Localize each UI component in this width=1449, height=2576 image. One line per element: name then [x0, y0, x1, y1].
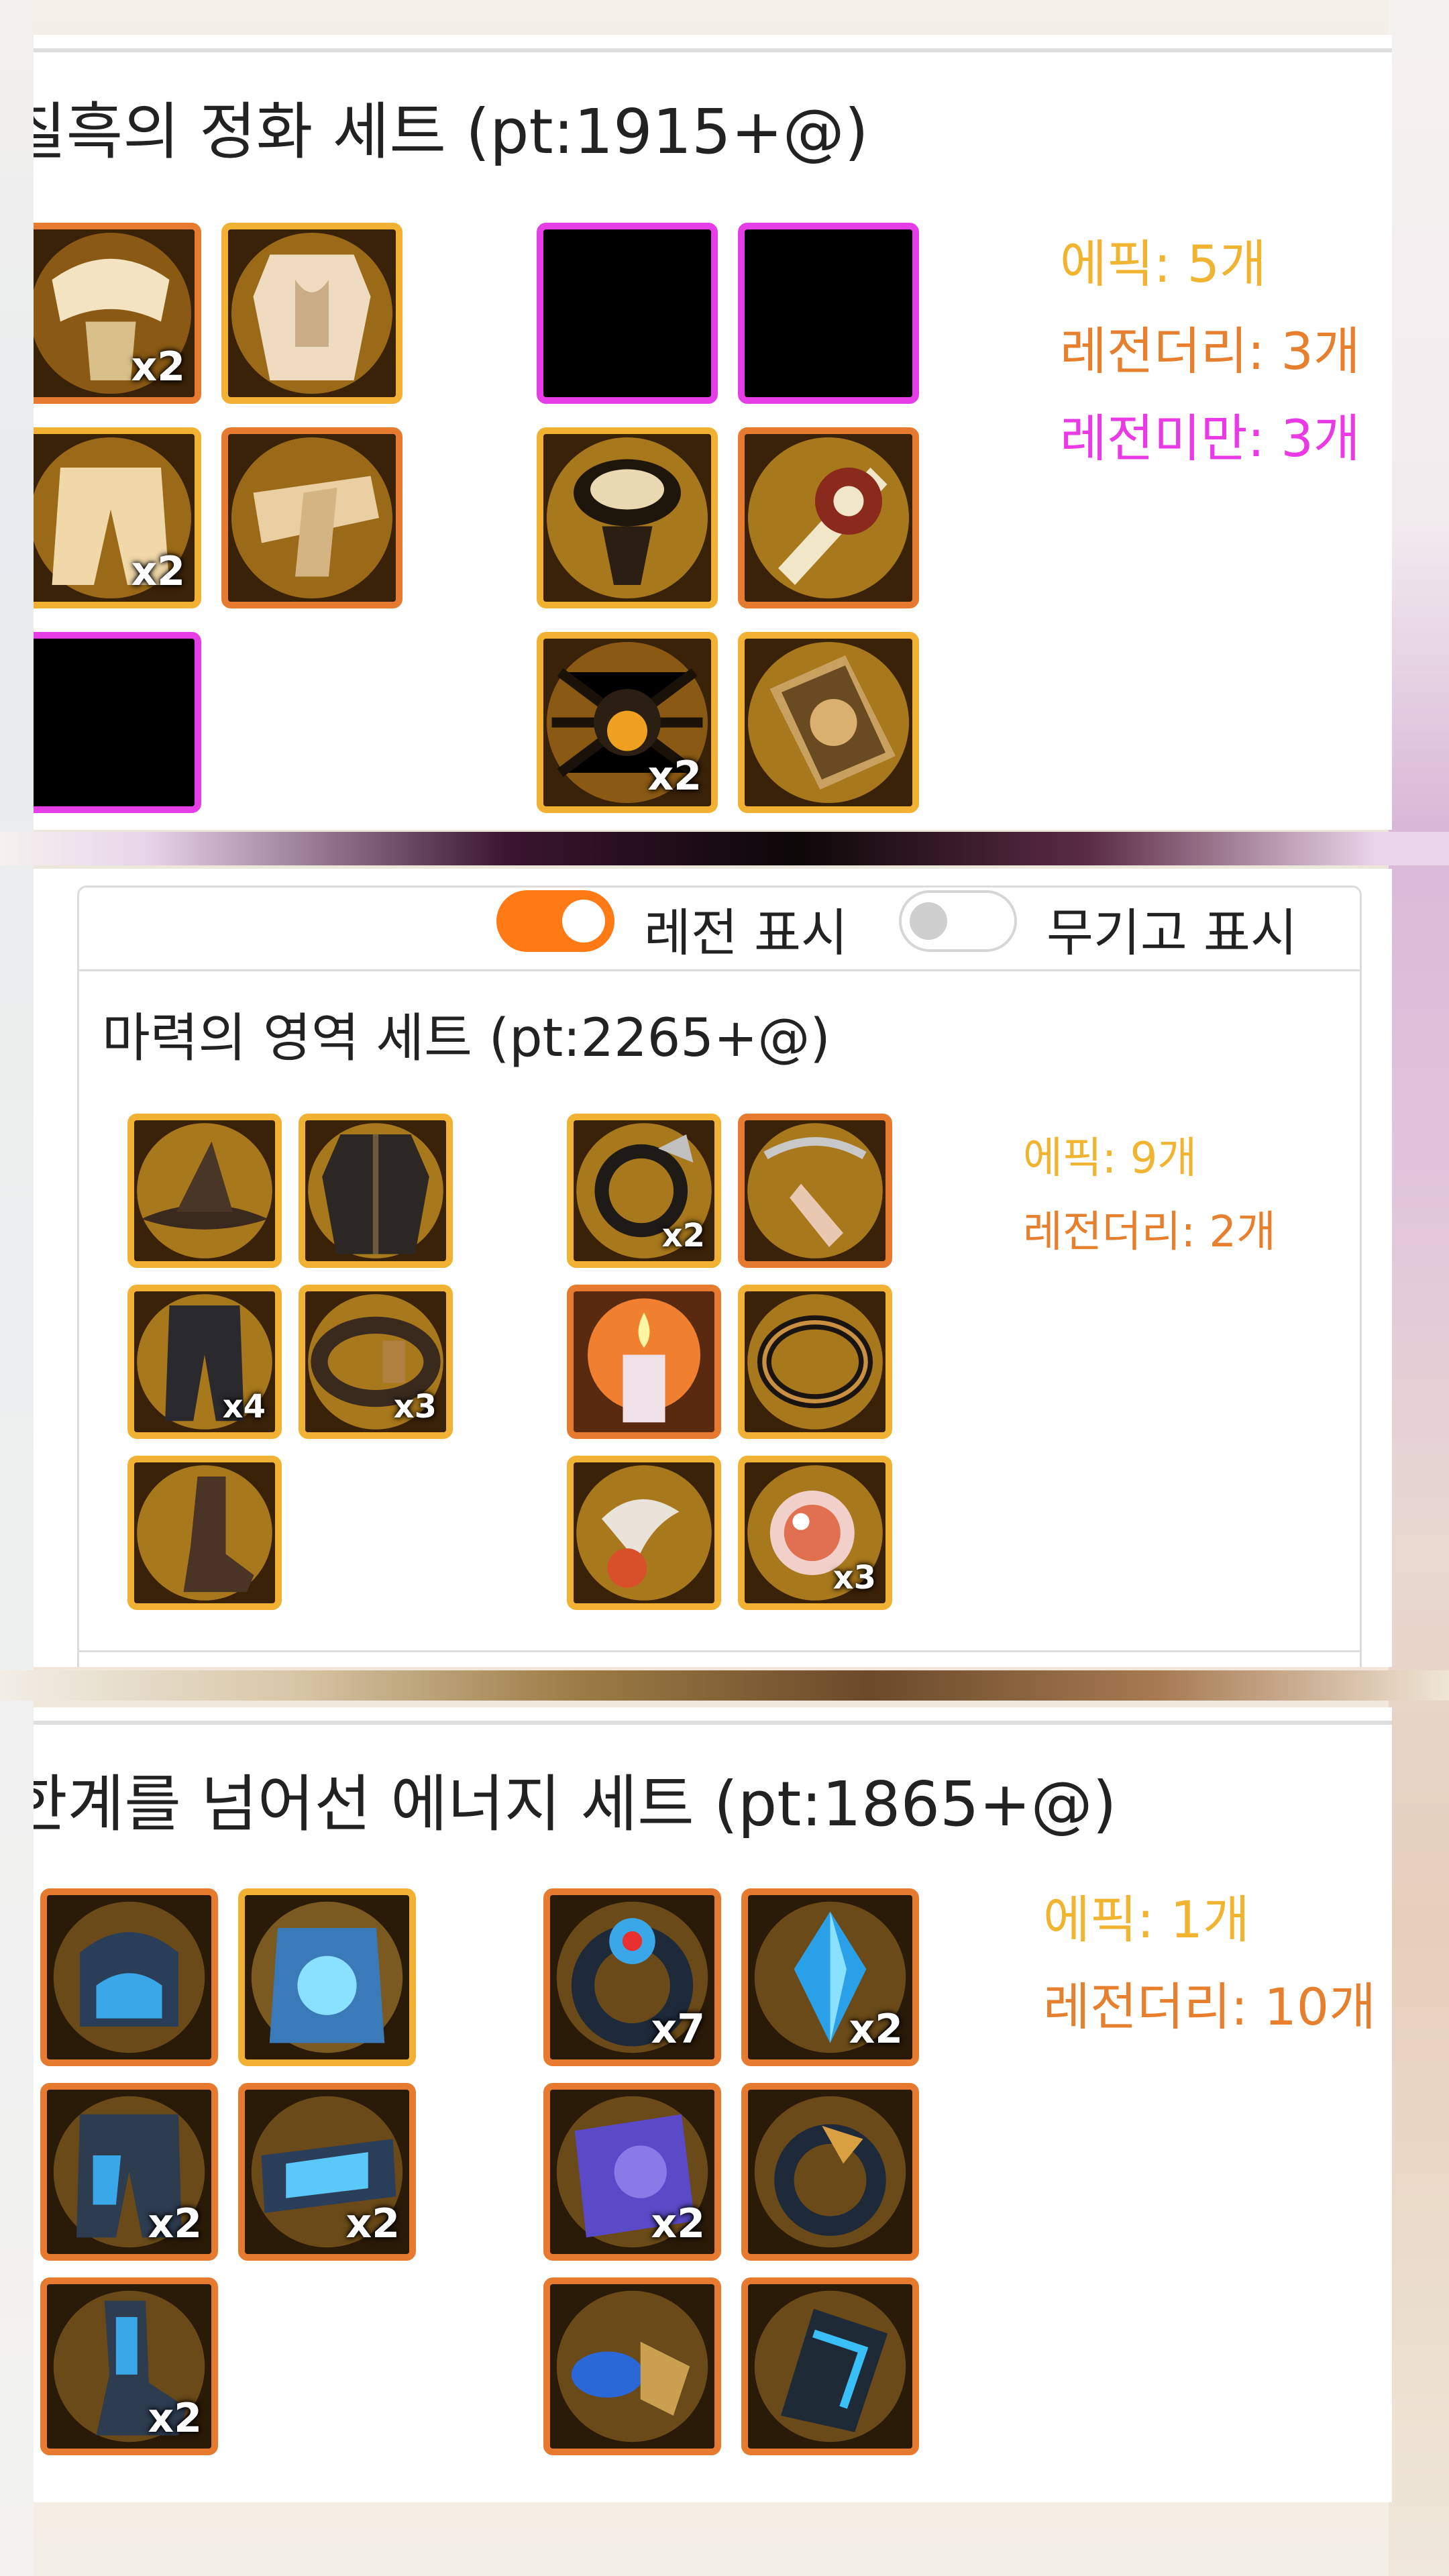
- accessory-slot-candle[interactable]: [567, 1285, 721, 1439]
- armor-slot-boots[interactable]: x2: [40, 2277, 218, 2455]
- top-divider: [34, 1721, 1392, 1725]
- epic-count-label: 에픽: 5개: [1060, 234, 1267, 294]
- legend-display-label: 레전 표시: [644, 903, 848, 963]
- boots-icon: [134, 1462, 275, 1603]
- item-count: x2: [131, 548, 185, 595]
- energy-bell-icon: [550, 2284, 714, 2449]
- background-right: [1389, 0, 1449, 2576]
- bell-flower-icon: [574, 1462, 714, 1603]
- dark-coat-icon: [305, 1120, 446, 1261]
- accessory-slot-ring[interactable]: [738, 1285, 892, 1439]
- armor-slot-empty[interactable]: [34, 632, 201, 813]
- under-legendary-count-label: 레전미만: 3개: [1060, 409, 1360, 468]
- item-count: x2: [131, 343, 185, 390]
- set-card-3: 한계를 넘어선 에너지 세트 (pt:1865+@) x2 x2 x2 x7 x…: [34, 1707, 1392, 2502]
- set-card-1: 칠흑의 정화 세트 (pt:1915+@) x2 x2 x2 에픽: 5개 레전…: [34, 35, 1392, 830]
- item-count: x2: [148, 2200, 202, 2247]
- bracelet-icon: [543, 434, 711, 602]
- accessory-slot-empty[interactable]: [537, 223, 718, 404]
- set-title: 한계를 넘어선 에너지 세트 (pt:1865+@): [34, 1768, 1117, 1840]
- item-count: x4: [222, 1388, 266, 1426]
- card-separator: [77, 969, 1362, 971]
- armor-slot-helm[interactable]: [40, 1888, 218, 2066]
- background-left: [0, 0, 34, 2576]
- armor-slot-shoulder[interactable]: x2: [34, 223, 201, 404]
- accessory-slot-bell-flower[interactable]: [567, 1456, 721, 1610]
- scroll-ring-icon: [745, 434, 912, 602]
- accessory-slot-bracelet[interactable]: [537, 427, 718, 608]
- top-divider: [34, 48, 1392, 52]
- armor-slot-chest[interactable]: [238, 1888, 416, 2066]
- weapon-display-toggle[interactable]: [899, 890, 1017, 952]
- card-bottom-border: [77, 1650, 1362, 1652]
- set-title: 마력의 영역 세트 (pt:2265+@): [102, 1008, 830, 1069]
- epic-count-label: 에픽: 9개: [1023, 1134, 1197, 1183]
- legend-display-toggle[interactable]: [496, 890, 614, 952]
- accessory-slot-orb[interactable]: x3: [738, 1456, 892, 1610]
- legendary-count-label: 레전더리: 2개: [1023, 1208, 1277, 1257]
- armor-slot-boots[interactable]: [127, 1456, 282, 1610]
- belt-armor-icon: [228, 434, 396, 602]
- item-count: x2: [647, 753, 702, 800]
- accessory-slot-necklace[interactable]: x2: [567, 1114, 721, 1268]
- accessory-slot-pouch[interactable]: x2: [543, 2083, 721, 2261]
- armor-slot-pants[interactable]: x4: [127, 1285, 282, 1439]
- armor-slot-belt[interactable]: [221, 427, 402, 608]
- legendary-count-label: 레전더리: 3개: [1060, 321, 1360, 381]
- set-card-2: 레전 표시 무기고 표시 마력의 영역 세트 (pt:2265+@) x4 x3…: [34, 869, 1392, 1667]
- section-divider: [0, 1670, 1449, 1701]
- accessory-slot-bell[interactable]: [543, 2277, 721, 2455]
- energy-helm-icon: [47, 1895, 211, 2059]
- legendary-count-label: 레전더리: 10개: [1043, 1977, 1377, 2037]
- armor-slot-belt[interactable]: x2: [238, 2083, 416, 2261]
- accessory-slot-scroll[interactable]: [738, 427, 919, 608]
- armor-slot-hat[interactable]: [127, 1114, 282, 1268]
- item-count: x3: [833, 1559, 876, 1597]
- accessory-slot-crystal[interactable]: x2: [741, 1888, 919, 2066]
- candle-icon: [574, 1291, 714, 1432]
- armor-slot-top[interactable]: [221, 223, 402, 404]
- top-armor-icon: [228, 229, 396, 397]
- set-title: 칠흑의 정화 세트 (pt:1915+@): [34, 96, 869, 168]
- accessory-slot-bracelet[interactable]: x7: [543, 1888, 721, 2066]
- weapon-display-label: 무기고 표시: [1046, 903, 1297, 963]
- accessory-slot-spider[interactable]: x2: [537, 632, 718, 813]
- armor-slot-belt[interactable]: x3: [299, 1285, 453, 1439]
- epic-count-label: 에픽: 1개: [1043, 1890, 1250, 1949]
- toggle-knob: [562, 900, 605, 943]
- item-count: x2: [345, 2200, 400, 2247]
- ring-icon: [745, 1291, 885, 1432]
- accessory-slot-pendant[interactable]: [738, 1114, 892, 1268]
- accessory-slot-ring[interactable]: [741, 2083, 919, 2261]
- item-count: x3: [393, 1388, 437, 1426]
- item-count: x2: [661, 1217, 705, 1254]
- armor-slot-legs[interactable]: x2: [40, 2083, 218, 2261]
- pendant-icon: [745, 1120, 885, 1261]
- item-count: x2: [148, 2395, 202, 2442]
- tome-icon: [745, 639, 912, 806]
- energy-chest-icon: [245, 1895, 409, 2059]
- armor-slot-bottom[interactable]: x2: [34, 427, 201, 608]
- accessory-slot-empty[interactable]: [738, 223, 919, 404]
- item-count: x2: [651, 2200, 705, 2247]
- energy-ring-icon: [748, 2090, 912, 2254]
- armor-slot-coat[interactable]: [299, 1114, 453, 1268]
- energy-shard-icon: [748, 2284, 912, 2449]
- item-count: x2: [849, 2006, 903, 2053]
- accessory-slot-shard[interactable]: [741, 2277, 919, 2455]
- accessory-slot-tome[interactable]: [738, 632, 919, 813]
- section-divider: [0, 832, 1449, 865]
- witch-hat-icon: [134, 1120, 275, 1261]
- item-count: x7: [651, 2006, 705, 2053]
- toggle-knob: [910, 902, 947, 940]
